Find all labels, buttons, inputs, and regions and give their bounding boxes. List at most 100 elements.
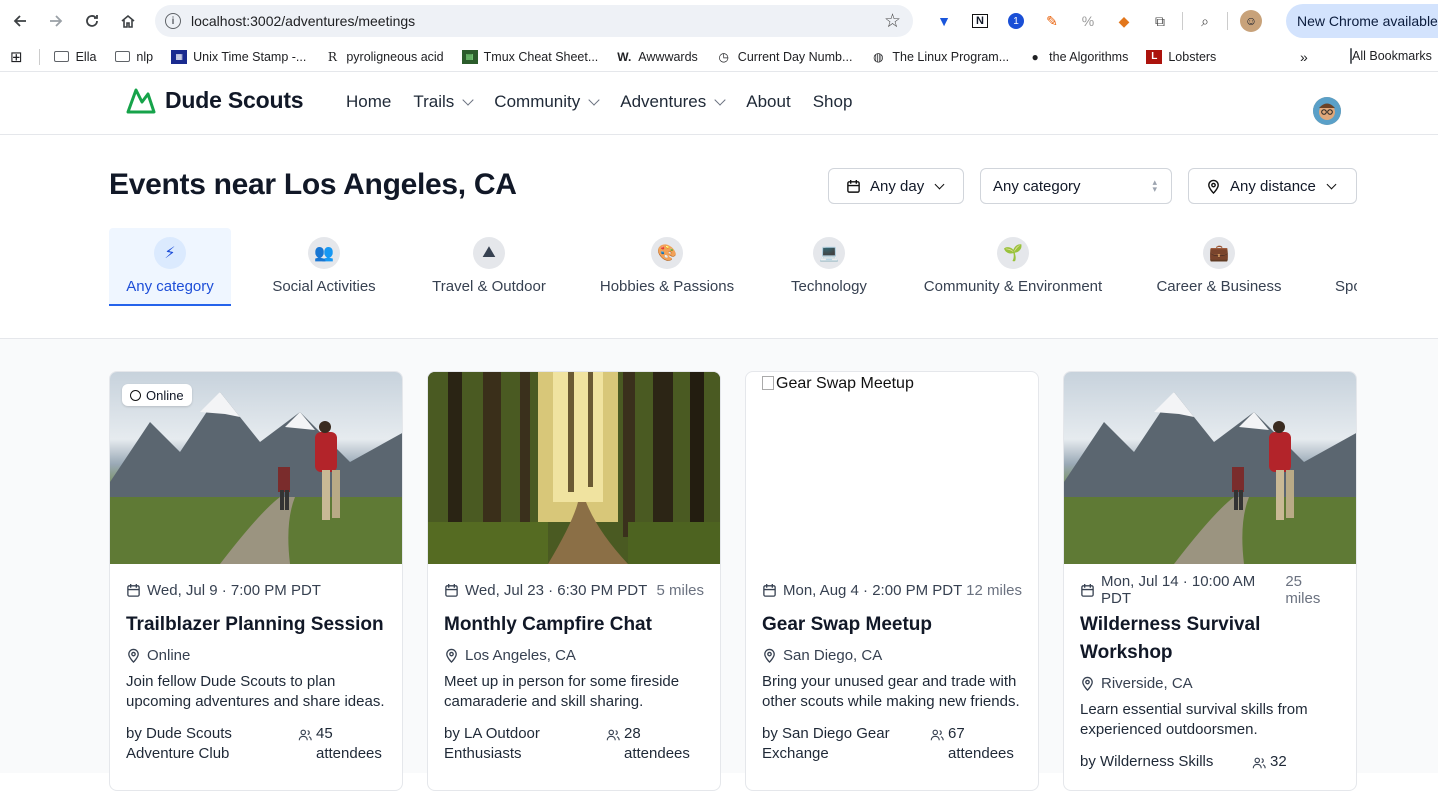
user-avatar[interactable]	[1313, 97, 1341, 125]
bookmark-current-day[interactable]: ◷ Current Day Numb...	[716, 50, 853, 64]
users-icon	[930, 729, 944, 741]
search-tabs-icon[interactable]: ⌕	[1187, 8, 1223, 34]
metamask-icon[interactable]: ◆	[1106, 8, 1142, 34]
day-filter-label: Any day	[870, 177, 925, 195]
calendar-icon	[847, 179, 860, 193]
bookmark-algorithms[interactable]: ● the Algorithms	[1027, 50, 1129, 64]
event-location-row: Online	[126, 647, 386, 664]
bookmark-linux-program[interactable]: ◍ The Linux Program...	[870, 50, 1009, 64]
nav-home[interactable]: Home	[346, 92, 391, 112]
bookmark-label: Unix Time Stamp -...	[193, 49, 307, 64]
event-card[interactable]: Gear Swap Meetup Mon, Aug 4 · 2:00 PM PD…	[745, 371, 1039, 791]
category-select-label: Any category	[993, 177, 1081, 195]
category-hobbies[interactable]: 🎨 Hobbies & Passions	[600, 228, 734, 306]
site-info-icon[interactable]: i	[165, 13, 181, 29]
event-location-row: Los Angeles, CA	[444, 647, 704, 664]
event-title[interactable]: Trailblazer Planning Session	[126, 611, 386, 639]
map-pin-icon	[446, 648, 457, 663]
event-distance: 12 miles	[966, 581, 1022, 599]
event-date: Mon, Jul 14 · 10:00 AM PDT	[1101, 573, 1256, 607]
event-description: Join fellow Dude Scouts to plan upcoming…	[126, 673, 385, 710]
profile-avatar-icon[interactable]: ☺	[1240, 10, 1262, 32]
event-title[interactable]: Wilderness Survival Workshop	[1080, 611, 1340, 667]
url-text[interactable]: localhost:3002/adventures/meetings	[191, 13, 884, 29]
bookmark-star-icon[interactable]: ☆	[884, 10, 901, 33]
bookmark-label: Current Day Numb...	[737, 49, 853, 64]
nav-shop[interactable]: Shop	[813, 92, 853, 112]
bookmark-awwwards[interactable]: W. Awwwards	[616, 50, 698, 64]
nav-adventures[interactable]: Adventures	[620, 92, 726, 112]
forward-icon[interactable]	[38, 0, 74, 42]
category-technology[interactable]: 💻 Technology	[789, 228, 869, 306]
event-date-row: Mon, Jul 14 · 10:00 AM PDT 25 miles	[1080, 573, 1340, 607]
all-bookmarks-folder[interactable]: All Bookmarks	[1350, 48, 1432, 64]
category-select[interactable]: Any category ▴ ▾	[980, 168, 1172, 204]
event-description: Meet up in person for some fireside cama…	[444, 673, 680, 710]
bookmark-label: All Bookmarks	[1352, 49, 1432, 63]
percent-extension-icon[interactable]: %	[1070, 8, 1106, 34]
bookmark-label: The Linux Program...	[892, 49, 1010, 64]
password-manager-icon[interactable]: 1	[998, 8, 1034, 34]
address-bar[interactable]: i localhost:3002/adventures/meetings ☆	[155, 5, 913, 37]
mountain-logo-icon	[126, 88, 156, 114]
event-organizer: by Wilderness Skills	[1080, 753, 1214, 770]
bookmark-unix-time[interactable]: ▦ Unix Time Stamp -...	[171, 49, 307, 64]
event-organizer: by Dude Scouts Adventure Club	[126, 725, 232, 762]
apps-grid-icon[interactable]: ⊞	[10, 48, 23, 66]
nav-about[interactable]: About	[746, 92, 790, 112]
bookmark-ella[interactable]: Ella	[54, 50, 96, 64]
users-icon	[1252, 757, 1266, 769]
event-title[interactable]: Monthly Campfire Chat	[444, 611, 704, 639]
event-image	[1064, 372, 1356, 564]
category-label: Travel & Outdoor	[432, 278, 546, 295]
event-card[interactable]: Online Wed, Jul 9 · 7:00 PM PDT Trailbla…	[109, 371, 403, 791]
mountain-icon: ⛰	[473, 237, 505, 269]
distance-filter-button[interactable]: Any distance	[1188, 168, 1357, 204]
nav-community[interactable]: Community	[494, 92, 600, 112]
nav-trails[interactable]: Trails	[413, 92, 474, 112]
forest-path-illustration	[428, 372, 720, 564]
site-logo[interactable]: Dude Scouts	[126, 86, 304, 114]
bookmark-label: nlp	[136, 49, 154, 64]
home-icon[interactable]	[110, 0, 146, 42]
globe-icon	[130, 389, 141, 401]
updown-chevron-icon: ▴ ▾	[1152, 177, 1157, 194]
bookmark-label: Lobsters	[1168, 49, 1217, 64]
notion-icon[interactable]: N	[962, 8, 998, 34]
category-travel[interactable]: ⛰ Travel & Outdoor	[432, 228, 546, 306]
category-career[interactable]: 💼 Career & Business	[1156, 228, 1282, 306]
bookmark-nlp[interactable]: nlp	[114, 50, 153, 64]
category-label: Social Activities	[272, 278, 376, 295]
event-location: Riverside, CA	[1101, 675, 1193, 692]
color-picker-icon[interactable]: ✎	[1034, 8, 1070, 34]
extensions-puzzle-icon[interactable]: ⧉	[1142, 8, 1178, 34]
bookmark-tmux[interactable]: ▤ Tmux Cheat Sheet...	[461, 49, 599, 64]
bookmark-label: Tmux Cheat Sheet...	[483, 49, 599, 64]
more-bookmarks-icon[interactable]: »	[1300, 49, 1308, 65]
category-sports[interactable]: Spo	[1335, 228, 1357, 306]
event-title[interactable]: Gear Swap Meetup	[762, 611, 1022, 639]
event-distance: 25 miles	[1285, 573, 1321, 607]
category-social[interactable]: 👥 Social Activities	[270, 228, 378, 306]
event-date: Mon, Aug 4 · 2:00 PM PDT	[783, 581, 963, 599]
chrome-update-button[interactable]: New Chrome available	[1286, 4, 1438, 38]
event-card[interactable]: Wed, Jul 23 · 6:30 PM PDT 5 miles Monthl…	[427, 371, 721, 791]
users-icon	[606, 729, 620, 741]
map-pin-icon	[128, 648, 139, 663]
event-card[interactable]: Mon, Jul 14 · 10:00 AM PDT 25 miles Wild…	[1063, 371, 1357, 791]
category-any[interactable]: ⚡ Any category	[109, 228, 231, 306]
users-icon	[298, 729, 312, 741]
day-filter-button[interactable]: Any day	[828, 168, 964, 204]
extension-v-icon[interactable]: ▼	[926, 8, 962, 34]
bookmark-pyroligneous[interactable]: Rpyroligneous acid	[324, 50, 444, 64]
bookmark-label: Awwwards	[638, 49, 698, 64]
map-pin-icon	[764, 648, 775, 663]
event-footer: by LA Outdoor Enthusiasts 28 attendees	[444, 724, 704, 764]
back-icon[interactable]	[2, 0, 38, 42]
attendee-count: 67 attendees	[948, 725, 1014, 762]
bookmark-lobsters[interactable]: L Lobsters	[1146, 49, 1217, 64]
reload-icon[interactable]	[74, 0, 110, 42]
attendee-count: 45 attendees	[316, 725, 382, 762]
online-badge: Online	[122, 384, 192, 406]
category-community[interactable]: 🌱 Community & Environment	[923, 228, 1103, 306]
